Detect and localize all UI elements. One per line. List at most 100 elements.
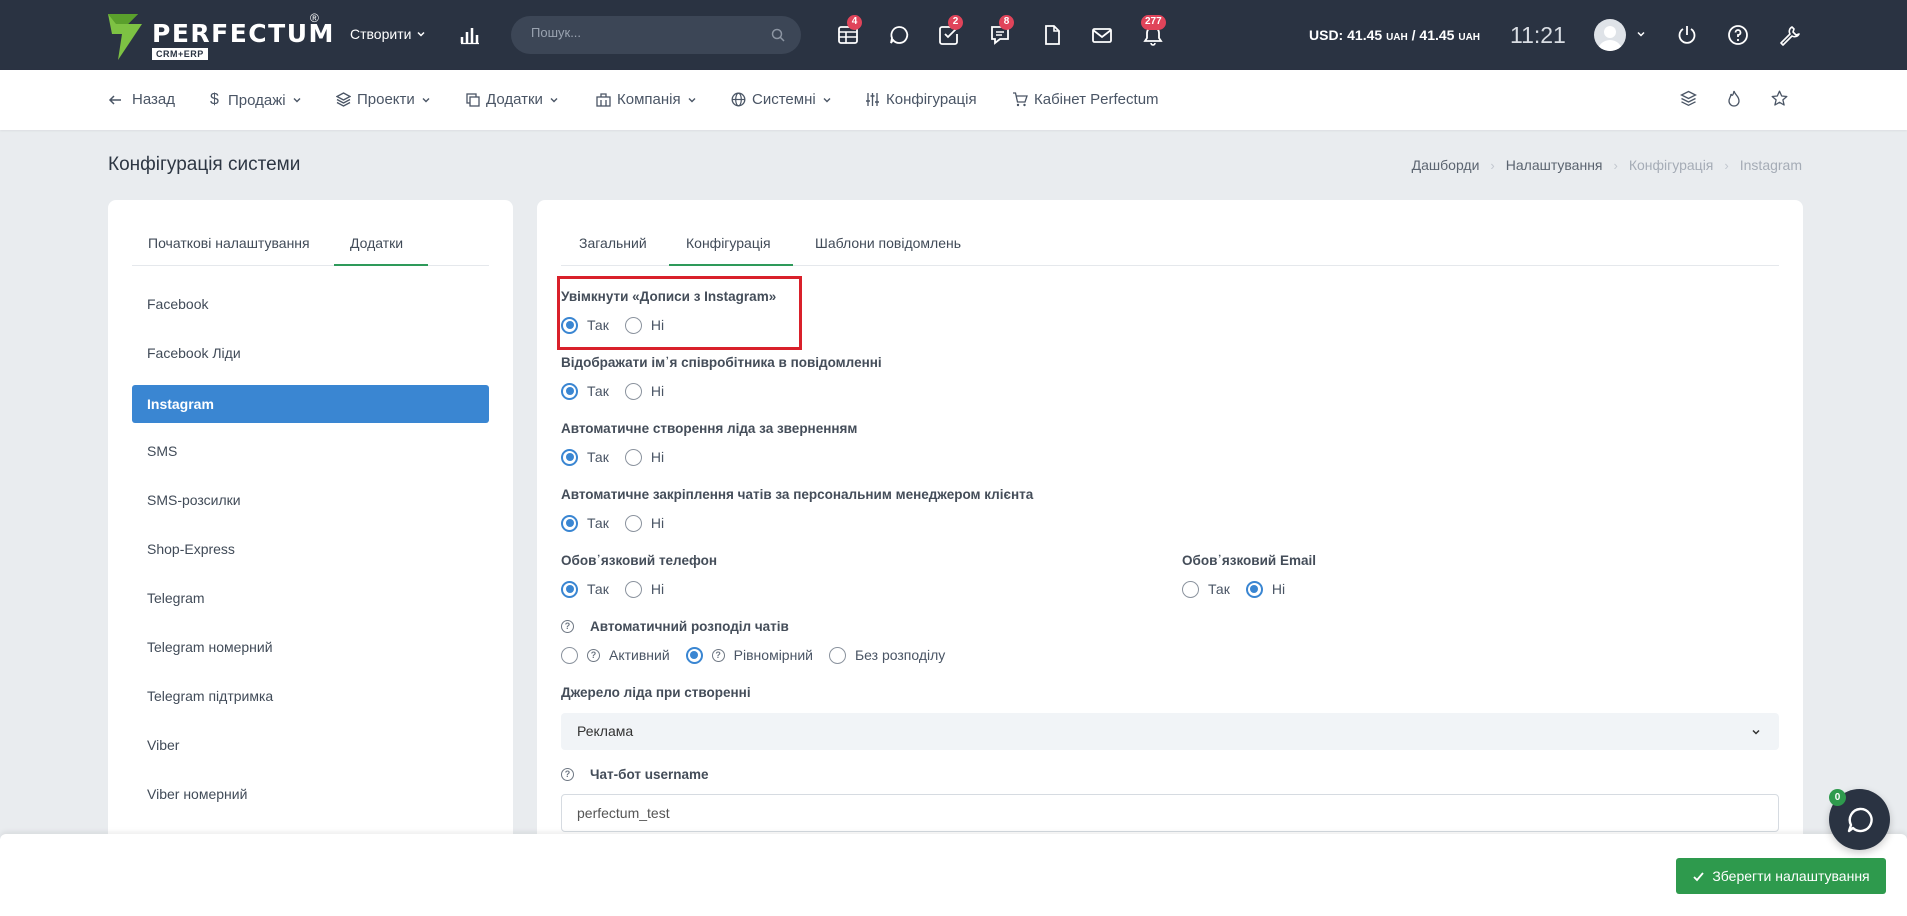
bell-icon[interactable]: 277 [1141, 15, 1166, 46]
search-input[interactable] [531, 25, 761, 40]
bot-username-input[interactable] [562, 795, 1778, 831]
sidebar-item-telegram-support[interactable]: Telegram підтримка [132, 677, 489, 715]
sidebar-item-viber-number[interactable]: Viber номерний [132, 775, 489, 813]
required-email-no-radio[interactable] [1245, 580, 1263, 598]
chat-icon[interactable] [888, 24, 910, 46]
help-icon[interactable]: ? [561, 620, 574, 633]
mail-icon[interactable] [1091, 24, 1113, 46]
wrench-icon[interactable] [1778, 24, 1800, 46]
document-icon[interactable] [1041, 24, 1063, 46]
distribution-active-label[interactable]: Активний [609, 647, 670, 663]
search-box[interactable] [511, 16, 801, 54]
chevron-down-icon [1752, 729, 1760, 735]
nav-perfectum-cabinet[interactable]: Кабінет Perfectum [1012, 91, 1159, 108]
show-employee-name-yes-radio[interactable] [561, 382, 578, 400]
enable-posts-no-label[interactable]: Ні [651, 317, 664, 333]
show-employee-name-no-radio[interactable] [624, 382, 642, 400]
avatar[interactable] [1594, 19, 1626, 51]
nav-addons[interactable]: Додатки [466, 91, 559, 108]
tab-message-templates[interactable]: Шаблони повідомлень [815, 235, 961, 251]
distribution-none-label[interactable]: Без розподілу [855, 647, 945, 663]
show-employee-name-no-label[interactable]: Ні [651, 383, 664, 399]
sidebar-item-viber[interactable]: Viber [132, 726, 489, 764]
brand-name: PERFECTUM [152, 19, 335, 48]
nav-sales[interactable]: $ Продажі [210, 91, 302, 109]
nav-company[interactable]: Компанія [596, 91, 697, 108]
checklist-icon[interactable]: 2 [938, 15, 963, 46]
required-phone-no-radio[interactable] [624, 580, 642, 598]
show-employee-name-yes-label[interactable]: Так [587, 383, 609, 399]
breadcrumb-dashboards[interactable]: Дашборди [1412, 157, 1480, 173]
tab-configuration[interactable]: Конфігурація [686, 235, 771, 251]
globe-icon [731, 92, 746, 107]
stats-icon[interactable] [460, 25, 480, 45]
required-email-no-label[interactable]: Ні [1272, 581, 1285, 597]
nav-configuration[interactable]: Конфігурація [865, 91, 977, 108]
lead-source-select[interactable]: Реклама [561, 713, 1779, 750]
help-icon[interactable] [1727, 24, 1749, 46]
enable-posts-yes-radio[interactable] [561, 316, 578, 334]
nav-company-label: Компанія [617, 91, 681, 108]
search-icon[interactable] [771, 28, 785, 42]
auto-assign-no-radio[interactable] [624, 514, 642, 532]
chevron-down-icon [422, 97, 430, 102]
distribution-radios: ? Активний ? Рівномірний Без розподілу [561, 645, 961, 665]
star-icon[interactable] [1771, 90, 1788, 107]
help-icon[interactable]: ? [711, 648, 725, 662]
breadcrumb-settings[interactable]: Налаштування [1506, 157, 1603, 173]
auto-assign-no-label[interactable]: Ні [651, 515, 664, 531]
distribution-active-radio[interactable] [561, 646, 578, 664]
auto-assign-yes-label[interactable]: Так [587, 515, 609, 531]
auto-lead-no-label[interactable]: Ні [651, 449, 664, 465]
tab-general[interactable]: Загальний [579, 235, 647, 251]
power-icon[interactable] [1676, 24, 1698, 46]
messages-icon[interactable]: 8 [989, 15, 1014, 46]
layers-icon[interactable] [1680, 90, 1697, 107]
sidebar-item-telegram-number[interactable]: Telegram номерний [132, 628, 489, 666]
required-email-yes-radio[interactable] [1182, 580, 1199, 598]
tasks-board-badge: 4 [847, 15, 862, 30]
highlight-box [557, 276, 802, 350]
breadcrumb-separator-icon: › [1613, 157, 1618, 173]
required-phone-yes-label[interactable]: Так [587, 581, 609, 597]
breadcrumb-configuration[interactable]: Конфігурація [1629, 157, 1714, 173]
sidebar-item-facebook[interactable]: Facebook [132, 285, 489, 323]
tasks-board-icon[interactable]: 4 [837, 15, 862, 46]
distribution-label: Автоматичний розподіл чатів [590, 619, 789, 634]
required-email-yes-label[interactable]: Так [1208, 581, 1230, 597]
nav-projects[interactable]: Проекти [336, 91, 431, 108]
sidebar-item-telegram[interactable]: Telegram [132, 579, 489, 617]
tab-addons[interactable]: Додатки [350, 235, 403, 251]
distribution-even-radio[interactable] [685, 646, 703, 664]
enable-posts-no-radio[interactable] [624, 316, 642, 334]
active-tab-indicator [669, 264, 793, 266]
help-icon[interactable]: ? [561, 768, 574, 781]
secondary-nav: Назад $ Продажі Проекти Додатки Компанія… [0, 70, 1907, 130]
help-icon[interactable]: ? [587, 648, 600, 662]
messages-badge: 8 [999, 15, 1014, 30]
sidebar-item-shop-express[interactable]: Shop-Express [132, 530, 489, 568]
nav-system[interactable]: Системні [731, 91, 832, 108]
sidebar-item-sms[interactable]: SMS [132, 432, 489, 470]
save-settings-button[interactable]: Зберегти налаштування [1676, 858, 1886, 894]
tab-initial-settings[interactable]: Початкові налаштування [148, 235, 310, 251]
sidebar-item-facebook-leads[interactable]: Facebook Ліди [132, 334, 489, 372]
distribution-even-label[interactable]: Рівномірний [734, 647, 813, 663]
logo[interactable]: PERFECTUM ® CRM+ERP [108, 11, 333, 60]
chevron-down-icon[interactable] [1636, 29, 1646, 39]
distribution-none-radio[interactable] [828, 646, 846, 664]
auto-lead-yes-radio[interactable] [561, 448, 578, 466]
required-phone-yes-radio[interactable] [561, 580, 578, 598]
chat-widget-button[interactable]: 0 [1829, 789, 1890, 850]
enable-posts-yes-label[interactable]: Так [587, 317, 609, 333]
required-phone-no-label[interactable]: Ні [651, 581, 664, 597]
sidebar-item-sms-mailing[interactable]: SMS-розсилки [132, 481, 489, 519]
auto-lead-yes-label[interactable]: Так [587, 449, 609, 465]
flame-icon[interactable] [1726, 90, 1742, 107]
auto-assign-yes-radio[interactable] [561, 514, 578, 532]
nav-back[interactable]: Назад [108, 91, 175, 108]
create-button[interactable]: Створити [350, 26, 426, 42]
sidebar-item-instagram[interactable]: Instagram [132, 385, 489, 423]
bot-username-field[interactable] [561, 794, 1779, 832]
auto-lead-no-radio[interactable] [624, 448, 642, 466]
